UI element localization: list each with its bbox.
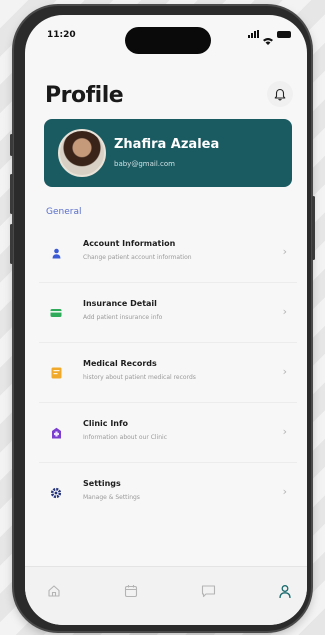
menu-list: Account Information Change patient accou… [39, 223, 297, 522]
tab-home[interactable] [44, 581, 64, 601]
menu-item-account-information[interactable]: Account Information Change patient accou… [39, 223, 297, 283]
chevron-right-icon: › [282, 425, 287, 438]
chevron-right-icon: › [282, 245, 287, 258]
profile-email: baby@gmail.com [114, 160, 175, 168]
side-button-volume-down [10, 224, 13, 264]
menu-item-clinic-info[interactable]: Clinic Info Information about our Clinic… [39, 403, 297, 463]
profile-card[interactable]: Zhafira Azalea baby@gmail.com [44, 119, 292, 187]
tab-calendar[interactable] [121, 581, 141, 601]
menu-item-settings[interactable]: Settings Manage & Settings › [39, 463, 297, 522]
tab-profile[interactable] [275, 581, 295, 601]
signal-icon [248, 30, 259, 38]
side-button-volume-up [10, 174, 13, 214]
status-bar: 11:20 [25, 15, 307, 55]
menu-item-subtitle: Change patient account information [83, 254, 192, 261]
status-icons [248, 30, 291, 45]
side-button-power [312, 196, 315, 260]
avatar [58, 129, 106, 177]
chevron-right-icon: › [282, 365, 287, 378]
battery-icon [277, 30, 291, 38]
bell-icon [274, 88, 286, 100]
dynamic-island [125, 27, 211, 54]
chevron-right-icon: › [282, 485, 287, 498]
tab-bar [25, 566, 307, 625]
chat-icon [201, 585, 215, 598]
document-icon [49, 366, 63, 380]
clinic-icon [49, 426, 63, 440]
menu-item-subtitle: Information about our Clinic [83, 434, 167, 441]
menu-item-medical-records[interactable]: Medical Records history about patient me… [39, 343, 297, 403]
status-time: 11:20 [47, 30, 76, 40]
app-screen: 11:20 Profile Zhafira Azalea baby@gmail.… [25, 15, 307, 625]
menu-item-title: Medical Records [83, 359, 157, 368]
profile-icon [279, 584, 291, 598]
menu-item-insurance-detail[interactable]: Insurance Detail Add patient insurance i… [39, 283, 297, 343]
page-title: Profile [45, 83, 124, 108]
menu-item-subtitle: history about patient medical records [83, 374, 196, 381]
side-button-mute [10, 134, 13, 156]
menu-item-title: Clinic Info [83, 419, 128, 428]
menu-item-subtitle: Add patient insurance info [83, 314, 163, 321]
menu-item-title: Settings [83, 479, 121, 488]
menu-item-title: Insurance Detail [83, 299, 157, 308]
home-icon [48, 585, 60, 597]
wifi-icon [263, 30, 273, 45]
chevron-right-icon: › [282, 305, 287, 318]
tab-chat[interactable] [198, 581, 218, 601]
section-label-general: General [46, 207, 82, 217]
person-icon [49, 246, 63, 260]
gear-icon [49, 486, 63, 500]
notification-button[interactable] [267, 81, 293, 107]
menu-item-title: Account Information [83, 239, 176, 248]
profile-name: Zhafira Azalea [114, 137, 220, 152]
calendar-icon [124, 585, 138, 598]
menu-item-subtitle: Manage & Settings [83, 494, 140, 501]
card-icon [49, 306, 63, 320]
